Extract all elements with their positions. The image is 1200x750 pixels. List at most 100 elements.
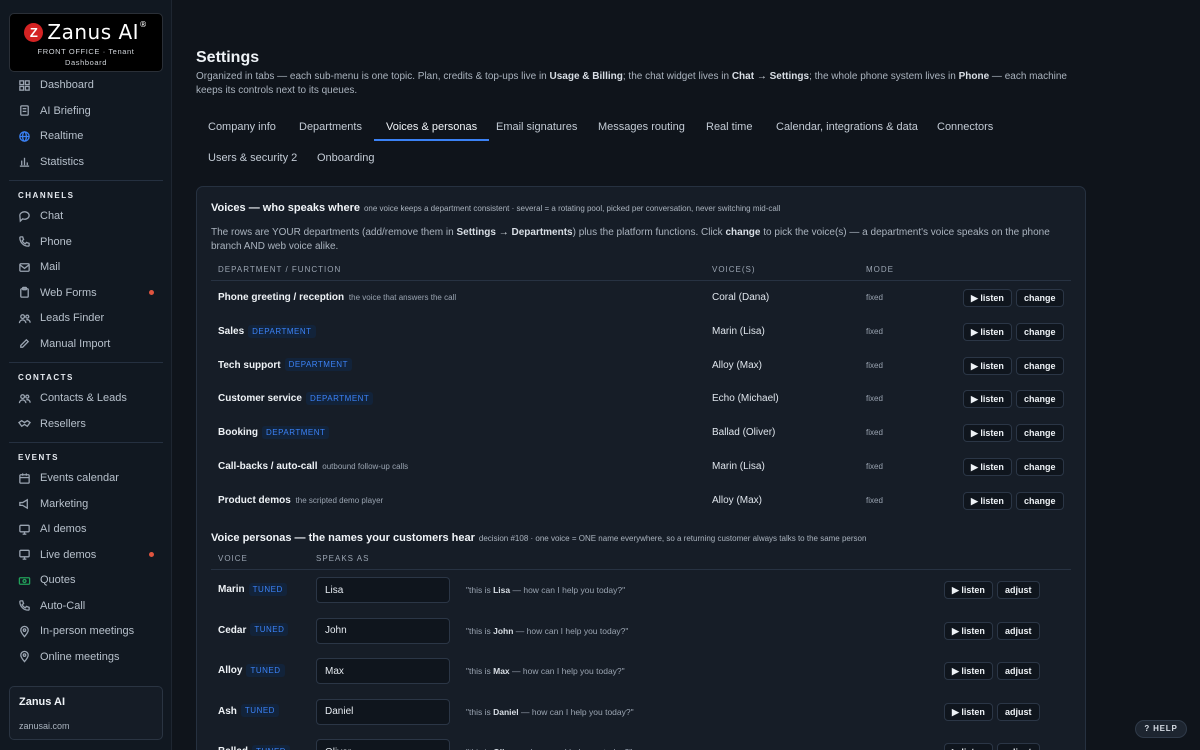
listen-button[interactable]: ▶ listen <box>944 702 993 721</box>
sidebar-item-auto-call[interactable]: Auto-Call <box>9 594 163 618</box>
listen-button[interactable]: ▶ listen <box>963 491 1012 510</box>
tab-email-signatures[interactable]: Email signatures <box>484 114 589 140</box>
preview-text: "this is <box>466 585 494 595</box>
change-button[interactable]: change <box>1016 322 1064 341</box>
tab-connectors[interactable]: Connectors <box>925 114 1005 140</box>
change-button[interactable]: change <box>1016 424 1064 443</box>
voice-name: Alloy <box>218 665 243 676</box>
change-button[interactable]: change <box>1016 390 1064 409</box>
listen-button[interactable]: ▶ listen <box>963 356 1012 375</box>
function-cell: Tech support DEPARTMENT <box>218 349 352 383</box>
table-row: Call-backs / auto-call outbound follow-u… <box>211 450 1071 484</box>
adjust-button[interactable]: adjust <box>997 743 1040 750</box>
preview-text: — how can I help you today?" <box>509 666 625 676</box>
sidebar-item-mail[interactable]: Mail <box>9 255 163 279</box>
sidebar-item-resellers[interactable]: Resellers <box>9 412 163 436</box>
sidebar-item-phone[interactable]: Phone <box>9 230 163 254</box>
sidebar-item-events-calendar[interactable]: Events calendar <box>9 466 163 490</box>
function-subtitle: the voice that answers the call <box>348 293 457 302</box>
preview-text: "this is <box>466 666 494 676</box>
tenant-card[interactable]: Zanus AI zanusai.com <box>9 686 163 740</box>
persona-row: MarinTUNED "this is Lisa — how can I help… <box>211 570 1071 610</box>
main-content: Settings Organized in tabs — each sub-me… <box>172 0 1200 750</box>
header-voices: VOICE(S) <box>712 265 756 274</box>
listen-button[interactable]: ▶ listen <box>944 743 993 750</box>
tab-real-time[interactable]: Real time <box>694 114 764 140</box>
sidebar-item-in-person-meetings[interactable]: In-person meetings <box>9 619 163 643</box>
sidebar-item-ai-demos[interactable]: AI demos <box>9 517 163 541</box>
users-icon <box>17 311 31 325</box>
change-button[interactable]: change <box>1016 356 1064 375</box>
sidebar-item-quotes[interactable]: Quotes <box>9 568 163 592</box>
brand-logo[interactable]: Z Zanus AI® FRONT OFFICE · Tenant Dashbo… <box>9 13 163 72</box>
tab-departments[interactable]: Departments <box>287 114 374 140</box>
voice-cell: Alloy (Max) <box>712 494 763 506</box>
sidebar-item-label: Web Forms <box>40 286 97 299</box>
logo-name: Zanus AI <box>47 20 140 44</box>
tab-voices-personas[interactable]: Voices & personas <box>374 114 490 141</box>
change-button[interactable]: change <box>1016 289 1064 307</box>
listen-button[interactable]: ▶ listen <box>963 390 1012 409</box>
sidebar-item-label: Chat <box>40 210 64 222</box>
table-row: Product demos the scripted demo player Al… <box>211 484 1071 518</box>
speaks-as-input[interactable] <box>316 698 450 725</box>
speaks-as-input[interactable] <box>316 617 450 644</box>
adjust-button[interactable]: adjust <box>997 702 1040 721</box>
listen-button[interactable]: ▶ listen <box>944 581 993 599</box>
users-icon <box>17 391 31 405</box>
tab-onboarding[interactable]: Onboarding <box>305 145 387 171</box>
tab-calendar-integrations-data[interactable]: Calendar, integrations & data <box>764 114 930 140</box>
sidebar-item-web-forms[interactable]: Web Forms <box>9 281 163 305</box>
tab-company-info[interactable]: Company info <box>196 114 288 140</box>
adjust-button[interactable]: adjust <box>997 581 1040 599</box>
listen-button[interactable]: ▶ listen <box>963 322 1012 341</box>
megaphone-icon <box>17 497 31 511</box>
sidebar-item-manual-import[interactable]: Manual Import <box>9 332 163 356</box>
sidebar-section-contacts: CONTACTS <box>18 373 74 382</box>
sidebar-item-label: Contacts & Leads <box>40 392 127 404</box>
sidebar-item-live-demos[interactable]: Live demos <box>9 543 163 567</box>
adjust-button[interactable]: adjust <box>997 662 1040 680</box>
preview-text: — how can I help you today?" <box>510 585 626 595</box>
logo-subtitle-line1: FRONT OFFICE · Tenant <box>37 47 135 56</box>
sidebar-item-marketing[interactable]: Marketing <box>9 492 163 516</box>
listen-button[interactable]: ▶ listen <box>963 458 1012 476</box>
listen-button[interactable]: ▶ listen <box>944 662 993 680</box>
phone-icon <box>17 235 31 249</box>
speaks-as-input[interactable] <box>316 739 450 750</box>
change-button[interactable]: change <box>1016 458 1064 476</box>
speaks-as-input[interactable] <box>316 658 450 684</box>
department-badge: DEPARTMENT <box>284 358 352 372</box>
sidebar-item-statistics[interactable]: Statistics <box>9 150 163 174</box>
change-button[interactable]: change <box>1016 491 1064 510</box>
sidebar-item-label: Realtime <box>40 130 84 142</box>
listen-button[interactable]: ▶ listen <box>963 424 1012 443</box>
tuned-badge: TUNED <box>248 582 287 596</box>
table-row: Customer service DEPARTMENT Echo (Michael)… <box>211 382 1071 416</box>
chat-bubble-icon <box>17 209 31 223</box>
voice-cell: Alloy (Max) <box>712 359 763 371</box>
sidebar-item-contacts-leads[interactable]: Contacts & Leads <box>9 386 163 410</box>
tab-messages-routing[interactable]: Messages routing <box>586 114 697 140</box>
table-row: Sales DEPARTMENT Marin (Lisa) fixed ▶ listen… <box>211 315 1071 349</box>
sidebar-item-ai-briefing[interactable]: AI Briefing <box>9 99 163 123</box>
app-root: Z Zanus AI® FRONT OFFICE · Tenant Dashbo… <box>0 0 1200 750</box>
sidebar-item-label: Online meetings <box>40 650 120 663</box>
sidebar-item-leads-finder[interactable]: Leads Finder <box>9 306 163 330</box>
listen-button[interactable]: ▶ listen <box>963 289 1012 307</box>
personas-section-title: Voice personas — the names your customer… <box>211 532 866 544</box>
sidebar-item-dashboard[interactable]: Dashboard <box>9 73 163 97</box>
sidebar-item-realtime[interactable]: Realtime <box>9 124 163 148</box>
help-button[interactable]: ? HELP <box>1135 720 1187 738</box>
logo-subtitle: FRONT OFFICE · Tenant Dashboard <box>10 46 162 68</box>
tab-users-security-2[interactable]: Users & security 2 <box>196 145 309 171</box>
sidebar-item-label: AI demos <box>40 523 87 535</box>
listen-button[interactable]: ▶ listen <box>944 621 993 640</box>
preview-text: "this is <box>466 706 494 717</box>
sidebar-item-chat[interactable]: Chat <box>9 204 163 228</box>
adjust-button[interactable]: adjust <box>997 621 1040 640</box>
speaks-as-input[interactable] <box>316 577 450 603</box>
preview-name: John <box>493 625 514 636</box>
desc-bold: Chat → Settings <box>731 71 810 82</box>
sidebar-item-online-meetings[interactable]: Online meetings <box>9 645 163 669</box>
